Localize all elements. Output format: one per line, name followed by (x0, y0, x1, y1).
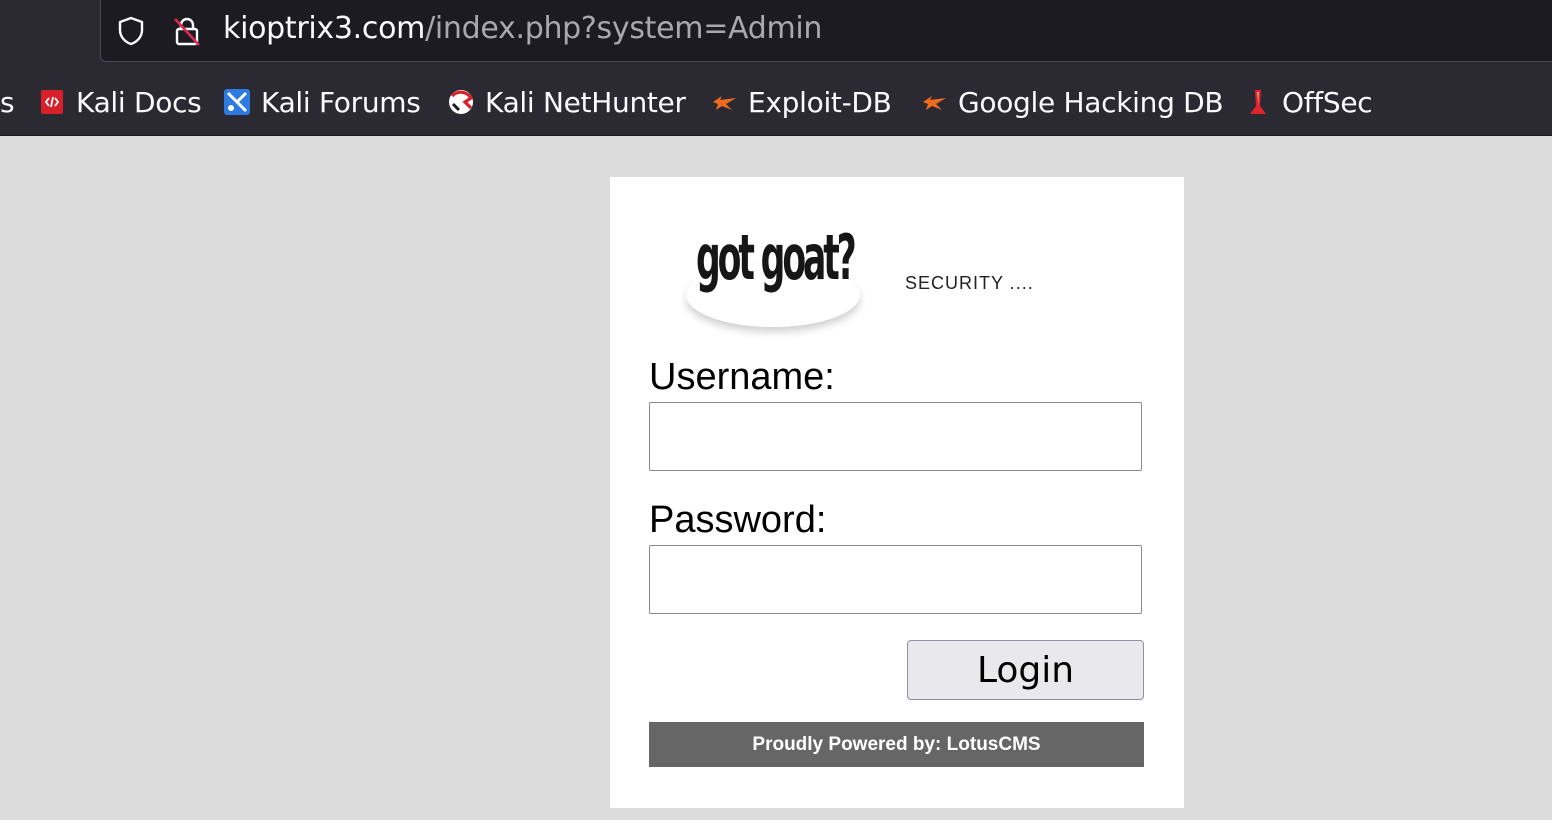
url-host: kioptrix3.com (223, 11, 426, 46)
url-path: /index.php?system=Admin (425, 11, 823, 46)
bookmark-label: Kali Forums (261, 85, 421, 119)
tagline: SECURITY .... (905, 273, 1034, 293)
bookmark-kali-docs[interactable]: Kali Docs (38, 85, 202, 119)
url-text[interactable]: kioptrix3.com/index.php?system=Admin (223, 11, 822, 46)
powered-by-footer: Proudly Powered by: LotusCMS (649, 722, 1144, 767)
bookmark-label: Kali Docs (76, 85, 202, 119)
bookmark-label: Exploit-DB (748, 85, 892, 119)
offsec-icon (1250, 90, 1266, 114)
bookmark-truncated[interactable]: s (0, 85, 15, 119)
address-bar[interactable]: kioptrix3.com/index.php?system=Admin (100, 0, 1552, 62)
bookmark-google-hacking-db[interactable]: Google Hacking DB (920, 85, 1224, 119)
got-goat-logo: got goat? (680, 215, 870, 330)
bookmark-label: Kali NetHunter (485, 85, 686, 119)
insecure-connection-lock-icon[interactable] (171, 15, 203, 47)
bookmark-exploit-db[interactable]: Exploit-DB (710, 85, 892, 119)
bookmark-label: s (0, 85, 15, 119)
tracking-protection-shield-icon[interactable] (115, 15, 147, 47)
username-input[interactable] (649, 402, 1142, 471)
ghdb-icon (923, 96, 946, 110)
kali-forums-icon (224, 89, 250, 115)
kali-nethunter-icon (449, 90, 474, 114)
kali-docs-icon (41, 90, 63, 114)
bookmark-kali-forums[interactable]: Kali Forums (223, 85, 421, 119)
bookmark-kali-nethunter[interactable]: Kali NetHunter (447, 85, 686, 119)
bookmark-label: Google Hacking DB (958, 85, 1224, 119)
password-input[interactable] (649, 545, 1142, 614)
exploit-db-icon (713, 96, 736, 110)
username-label: Username: (649, 356, 835, 398)
bookmark-offsec[interactable]: OffSec (1244, 85, 1373, 119)
password-label: Password: (649, 499, 827, 541)
bookmarks-toolbar: s Kali Docs Kali Forums Kali NetHunter E… (0, 66, 1552, 136)
logo-text: got goat? (696, 221, 857, 294)
login-button[interactable]: Login (907, 640, 1144, 700)
bookmark-label: OffSec (1282, 85, 1373, 119)
browser-toolbar: kioptrix3.com/index.php?system=Admin (0, 0, 1552, 66)
